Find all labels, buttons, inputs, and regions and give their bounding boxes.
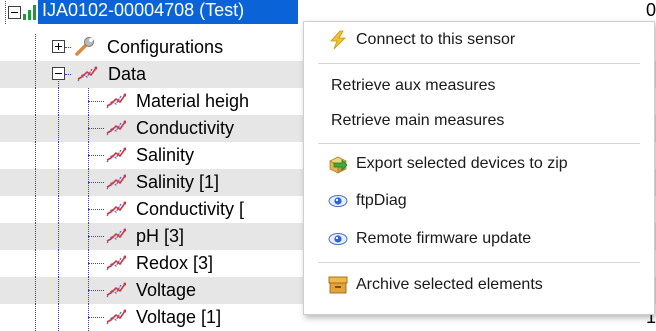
menu-item-label: Retrieve main measures bbox=[331, 112, 505, 129]
eye-icon bbox=[327, 229, 349, 249]
tree-line bbox=[35, 304, 36, 331]
chart-icon bbox=[106, 308, 128, 326]
tree-item-label: Salinity bbox=[136, 145, 195, 165]
tree-line bbox=[58, 304, 59, 331]
tree-item-label: Configurations bbox=[107, 37, 224, 57]
menu-item-archive[interactable]: Archive selected elements bbox=[304, 269, 654, 301]
menu-item-label: Connect to this sensor bbox=[356, 31, 516, 48]
tree-line bbox=[88, 317, 104, 318]
menu-item-label: Remote firmware update bbox=[356, 230, 532, 247]
tree-line bbox=[35, 61, 36, 88]
tree-line bbox=[35, 277, 36, 304]
archive-box-icon bbox=[327, 275, 349, 295]
sensor-signal-icon bbox=[22, 3, 38, 21]
chart-icon bbox=[106, 227, 128, 245]
tree-line bbox=[88, 290, 104, 291]
tree-root-label: IJA0102-00004708 (Test) bbox=[38, 0, 298, 24]
tree-line bbox=[58, 169, 59, 196]
tree-line bbox=[35, 142, 36, 169]
menu-separator bbox=[318, 63, 640, 64]
expand-toggle[interactable] bbox=[52, 40, 65, 53]
chart-icon bbox=[106, 281, 128, 299]
tree-line bbox=[88, 155, 104, 156]
wrench-icon bbox=[74, 36, 94, 56]
tree-line bbox=[88, 128, 104, 129]
tree-item-label: Data bbox=[108, 64, 147, 84]
tree-item-label: pH [3] bbox=[136, 226, 185, 246]
menu-item-retrieve-main[interactable]: Retrieve main measures bbox=[304, 105, 654, 137]
chart-icon bbox=[106, 92, 128, 110]
tree-line bbox=[58, 81, 59, 88]
chart-icon bbox=[106, 119, 128, 137]
collapse-toggle[interactable] bbox=[8, 6, 21, 19]
tree-item-label: Redox [3] bbox=[136, 253, 214, 273]
tree-line bbox=[35, 88, 36, 115]
tree-line bbox=[5, 0, 6, 24]
tree-item-label: Salinity [1] bbox=[136, 172, 220, 192]
tree-line bbox=[65, 47, 71, 48]
tree-line bbox=[58, 115, 59, 142]
chart-icon bbox=[106, 146, 128, 164]
tree-line bbox=[35, 115, 36, 142]
tree-item-label: Voltage [1] bbox=[136, 307, 222, 327]
tree-line bbox=[35, 169, 36, 196]
menu-item-label: Export selected devices to zip bbox=[356, 155, 568, 172]
export-package-icon bbox=[327, 154, 349, 174]
tree-line bbox=[35, 196, 36, 223]
menu-item-export-zip[interactable]: Export selected devices to zip bbox=[304, 148, 654, 180]
menu-item-label: Archive selected elements bbox=[356, 276, 543, 293]
menu-item-retrieve-aux[interactable]: Retrieve aux measures bbox=[304, 70, 654, 102]
chart-icon bbox=[77, 65, 99, 83]
tree-item-label: Voltage bbox=[136, 280, 197, 300]
tree-item-label: Conductivity [ bbox=[136, 199, 245, 219]
collapse-toggle[interactable] bbox=[52, 67, 65, 80]
chart-icon bbox=[106, 200, 128, 218]
menu-separator bbox=[318, 262, 640, 263]
tree-line bbox=[88, 182, 104, 183]
menu-item-connect[interactable]: Connect to this sensor bbox=[304, 24, 654, 56]
eye-icon bbox=[327, 191, 349, 211]
menu-item-label: ftpDiag bbox=[356, 192, 407, 209]
chart-icon bbox=[106, 254, 128, 272]
tree-item-label: Conductivity bbox=[136, 118, 235, 138]
tree-line bbox=[88, 209, 104, 210]
tree-line bbox=[88, 101, 104, 102]
tree-line bbox=[35, 34, 36, 61]
menu-item-label: Retrieve aux measures bbox=[331, 77, 496, 94]
tree-line bbox=[88, 263, 104, 264]
menu-item-firmware-update[interactable]: Remote firmware update bbox=[304, 223, 654, 255]
menu-separator bbox=[318, 143, 640, 144]
tree-line bbox=[58, 277, 59, 304]
tree-line bbox=[58, 88, 59, 115]
menu-item-ftpdiag[interactable]: ftpDiag bbox=[304, 185, 654, 217]
tree-line bbox=[58, 196, 59, 223]
tree-item-label: Material heigh bbox=[136, 91, 250, 111]
tree-line bbox=[35, 223, 36, 250]
tree-line bbox=[58, 250, 59, 277]
tree-line bbox=[58, 223, 59, 250]
context-menu: Connect to this sensor Retrieve aux meas… bbox=[303, 21, 655, 315]
tree-line bbox=[65, 74, 71, 75]
chart-icon bbox=[106, 173, 128, 191]
tree-line bbox=[58, 142, 59, 169]
lightning-icon bbox=[327, 30, 349, 50]
tree-line bbox=[88, 236, 104, 237]
tree-line bbox=[35, 250, 36, 277]
